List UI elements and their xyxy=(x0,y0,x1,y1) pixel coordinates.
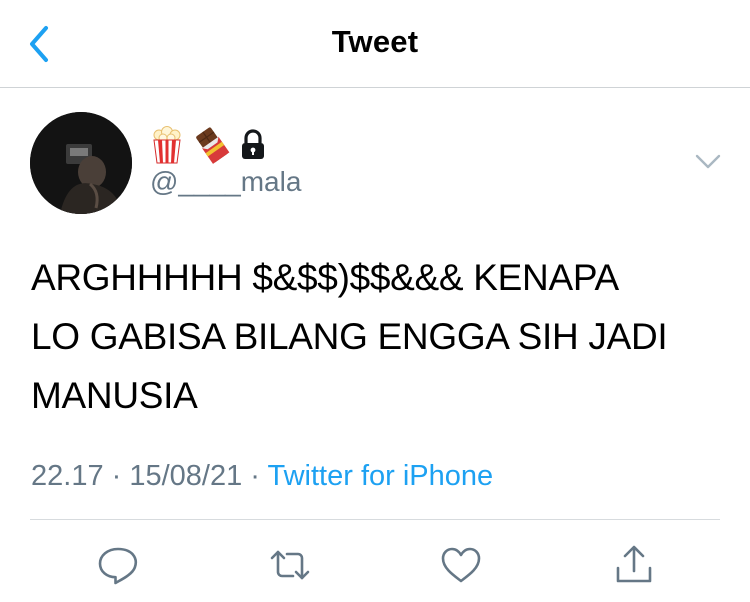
lock-icon xyxy=(238,126,272,164)
tweet-text-line: LO GABISA BILANG ENGGA SIH JADI xyxy=(31,316,668,357)
tweet-source-link[interactable]: Twitter for iPhone xyxy=(268,460,494,492)
like-icon xyxy=(441,547,481,583)
avatar-image xyxy=(30,112,132,214)
page-title: Tweet xyxy=(331,24,419,59)
share-icon xyxy=(616,545,652,583)
tweet-options-button[interactable] xyxy=(693,150,723,174)
like-button[interactable] xyxy=(439,543,483,587)
meta-separator: · xyxy=(242,460,268,492)
tweet-metadata: 22.17 · 15/08/21 · Twitter for iPhone xyxy=(31,460,493,493)
meta-separator: · xyxy=(103,460,130,492)
reply-button[interactable] xyxy=(96,543,140,587)
tweet-date: 15/08/21 xyxy=(129,460,243,492)
share-button[interactable] xyxy=(612,543,656,587)
chocolate-bar-emoji xyxy=(194,126,230,164)
retweet-icon xyxy=(270,550,310,580)
tweet-text-line: MANUSIA xyxy=(31,375,198,416)
chevron-down-icon xyxy=(695,154,721,169)
retweet-button[interactable] xyxy=(268,543,312,587)
tweet-text: ARGHHHHH $&$$)$$&&& KENAPA LO GABISA BIL… xyxy=(31,248,711,425)
reply-icon xyxy=(98,547,138,585)
user-handle[interactable]: @____mala xyxy=(150,166,301,198)
tweet-time: 22.17 xyxy=(31,460,104,492)
display-name[interactable] xyxy=(150,124,272,166)
tweet-text-line: ARGHHHHH $&$$)$$&&& KENAPA xyxy=(31,257,619,298)
navigation-bar: Tweet xyxy=(0,0,750,88)
avatar[interactable] xyxy=(30,112,132,214)
divider xyxy=(30,519,720,520)
popcorn-emoji xyxy=(150,126,184,164)
